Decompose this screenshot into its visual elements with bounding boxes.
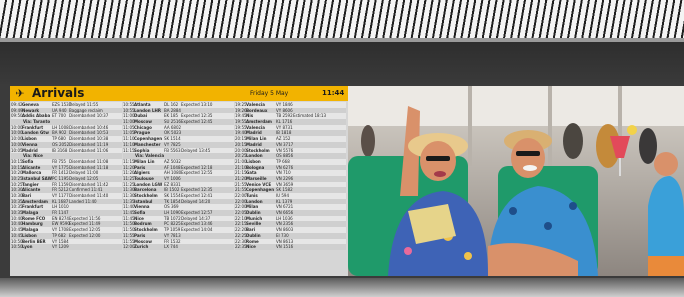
board-date: Friday 5 May [250, 90, 289, 97]
floor [0, 278, 684, 297]
arrival-time: 10:50 [11, 244, 23, 250]
flight-row: 10:50Lyon VY 1209 [11, 244, 122, 250]
arrival-time: 22:35 [235, 244, 247, 250]
plane-arrival-icon: ✈ [15, 87, 25, 100]
ceiling-slats [0, 0, 684, 40]
wall-panel [0, 42, 684, 84]
origin-city: Lyon [22, 244, 33, 250]
holiday-couple-photo [348, 86, 684, 276]
arrivals-column-3: 19:25Valencia VY 1846 19:26Bordeaux VY 8606… [235, 102, 346, 250]
display-screen: ✈ Arrivals Friday 5 May 11:44 09:42Genev… [10, 86, 684, 276]
board-clock: 11:44 [322, 89, 345, 97]
flight-row: 12:00Zurich LX 744 [123, 244, 234, 250]
board-title: Arrivals [32, 86, 85, 100]
flight-number: LX 744 [164, 244, 178, 250]
advert-photo-svg [348, 86, 684, 276]
board-header: ✈ Arrivals Friday 5 May 11:44 [10, 86, 348, 101]
arrivals-column-1: 09:42Geneva EZS 1537Delayed 11:55 09:49New… [11, 102, 122, 250]
origin-city: Nice [246, 244, 256, 250]
arrivals-board: ✈ Arrivals Friday 5 May 11:44 09:42Genev… [10, 86, 348, 276]
flight-row: 22:35Nice VN 1516 [235, 244, 346, 250]
arrival-time: 12:00 [123, 244, 135, 250]
flight-number: VN 1516 [276, 244, 294, 250]
flight-number: VY 1209 [52, 244, 69, 250]
arrivals-column-2: 10:55Atlanta DL 162 Expected 13:10 10:55Lon… [123, 102, 234, 250]
origin-city: Zurich [134, 244, 149, 250]
